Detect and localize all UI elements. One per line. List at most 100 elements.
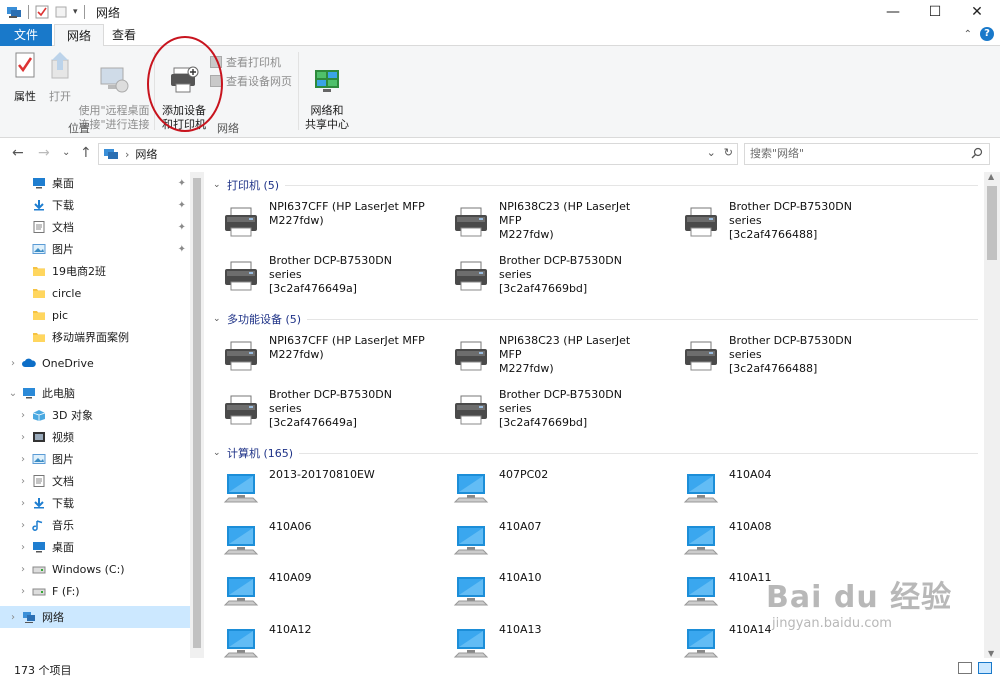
expand-chevron-icon[interactable]: › — [14, 542, 32, 553]
recent-locations-icon[interactable]: ⌄ — [62, 147, 70, 158]
tab-file[interactable]: 文件 — [0, 24, 52, 46]
computer-item[interactable]: 410A06 — [205, 518, 425, 564]
computer-item[interactable]: 410A13 — [435, 621, 655, 659]
ribbon-collapse-icon[interactable]: ⌃ — [964, 29, 972, 40]
quick-access-dropdown-icon[interactable]: ▾ — [73, 7, 78, 17]
group-header[interactable]: ⌄ 打印机 (5) — [213, 176, 978, 194]
open-button[interactable]: 打开 — [44, 50, 76, 104]
collapse-chevron-icon[interactable]: ⌄ — [213, 314, 227, 324]
expand-chevron-icon[interactable]: › — [14, 564, 32, 575]
nav-scrollbar[interactable] — [190, 172, 204, 658]
computer-item[interactable]: 410A04 — [665, 466, 885, 512]
expand-chevron-icon[interactable]: › — [14, 410, 32, 421]
pin-icon: ✦ — [177, 177, 186, 189]
nav-item[interactable]: › F (F:) — [0, 580, 190, 602]
nav-item[interactable]: › 桌面 — [0, 536, 190, 558]
computer-item[interactable]: 407PC02 — [435, 466, 655, 512]
printer-item[interactable]: NPI638C23 (HP LaserJet MFP M227fdw) — [435, 332, 655, 378]
close-button[interactable]: ✕ — [956, 0, 998, 24]
nav-item[interactable]: › 下载 — [0, 492, 190, 514]
expand-chevron-icon[interactable]: › — [4, 612, 22, 623]
expand-chevron-icon[interactable]: › — [4, 358, 22, 369]
group-header[interactable]: ⌄ 计算机 (165) — [213, 444, 978, 462]
nav-item[interactable]: › OneDrive — [0, 352, 190, 374]
computer-item[interactable]: 410A09 — [205, 569, 425, 615]
nav-item[interactable]: › 3D 对象 — [0, 404, 190, 426]
nav-item[interactable]: ⌄ 此电脑 — [0, 382, 190, 404]
device-name: 2013-20170810EW — [269, 468, 375, 481]
nav-item[interactable]: 桌面 ✦ — [0, 172, 190, 194]
expand-chevron-icon[interactable]: › — [14, 520, 32, 531]
expand-chevron-icon[interactable]: › — [14, 498, 32, 509]
computer-item[interactable]: 410A12 — [205, 621, 425, 659]
nav-scrollbar-thumb[interactable] — [193, 178, 201, 648]
content-scrollbar[interactable]: ▲ ▼ — [984, 172, 1000, 658]
nav-item[interactable]: pic — [0, 304, 190, 326]
back-button[interactable]: ← — [12, 145, 24, 161]
new-folder-icon[interactable] — [55, 5, 67, 19]
tab-view[interactable]: 查看 — [100, 24, 148, 46]
nav-item[interactable]: › 文档 — [0, 470, 190, 492]
device-name: NPI637CFF (HP LaserJet MFP M227fdw) — [269, 334, 425, 361]
remote-desktop-icon — [100, 67, 129, 93]
nav-item[interactable]: › 网络 — [0, 606, 190, 628]
computer-item[interactable]: 2013-20170810EW — [205, 466, 425, 512]
scroll-down-icon[interactable]: ▼ — [988, 649, 994, 658]
search-input[interactable]: 搜索"网络" — [744, 143, 990, 165]
computer-item[interactable]: 410A08 — [665, 518, 885, 564]
collapse-chevron-icon[interactable]: ⌄ — [213, 180, 227, 190]
address-dropdown-icon[interactable]: ⌄ — [707, 146, 716, 159]
collapse-chevron-icon[interactable]: ⌄ — [213, 448, 227, 458]
nav-item[interactable]: › 视频 — [0, 426, 190, 448]
content-scrollbar-thumb[interactable] — [987, 186, 997, 260]
nav-item[interactable]: › Windows (C:) — [0, 558, 190, 580]
printer-item[interactable]: Brother DCP-B7530DN series [3c2af47669bd… — [435, 386, 655, 432]
nav-item[interactable]: 19电商2班 — [0, 260, 190, 282]
expand-chevron-icon[interactable]: › — [14, 432, 32, 443]
nav-item[interactable]: 移动端界面案例 — [0, 326, 190, 348]
nav-item-label: 音乐 — [52, 519, 74, 532]
up-button[interactable]: ↑ — [80, 145, 92, 161]
printer-item[interactable]: Brother DCP-B7530DN series [3c2af476649a… — [205, 386, 425, 432]
printer-item[interactable]: Brother DCP-B7530DN series [3c2af476649a… — [205, 252, 425, 298]
breadcrumb-network[interactable]: 网络 — [135, 146, 157, 162]
printer-item[interactable]: Brother DCP-B7530DN series [3c2af47669bd… — [435, 252, 655, 298]
details-view-icon[interactable] — [958, 662, 972, 674]
address-bar[interactable]: › 网络 ⌄ ↻ — [98, 143, 738, 165]
nav-item[interactable]: 文档 ✦ — [0, 216, 190, 238]
expand-chevron-icon[interactable]: › — [14, 454, 32, 465]
expand-chevron-icon[interactable]: ⌄ — [4, 388, 22, 399]
minimize-button[interactable]: — — [872, 0, 914, 24]
scroll-up-icon[interactable]: ▲ — [988, 172, 994, 181]
printer-item[interactable]: NPI637CFF (HP LaserJet MFP M227fdw) — [205, 198, 425, 244]
printer-item[interactable]: Brother DCP-B7530DN series [3c2af4766488… — [665, 332, 885, 378]
forward-button[interactable]: → — [38, 145, 50, 161]
refresh-icon[interactable]: ↻ — [724, 146, 733, 159]
expand-chevron-icon[interactable]: › — [14, 586, 32, 597]
printer-item[interactable]: NPI637CFF (HP LaserJet MFP M227fdw) — [205, 332, 425, 378]
network-icon — [23, 612, 35, 623]
nav-item[interactable]: › 图片 — [0, 448, 190, 470]
computer-item[interactable]: 410A07 — [435, 518, 655, 564]
computer-item[interactable]: 410A10 — [435, 569, 655, 615]
pc-icon — [23, 388, 35, 399]
computer-icon — [453, 474, 489, 503]
computer-icon — [683, 525, 719, 554]
group-header[interactable]: ⌄ 多功能设备 (5) — [213, 310, 978, 328]
tab-network[interactable]: 网络 — [54, 24, 105, 47]
network-center-button[interactable]: 网络和 共享中心 — [302, 50, 352, 146]
printer-item[interactable]: NPI638C23 (HP LaserJet MFP M227fdw) — [435, 198, 655, 244]
nav-item[interactable]: 下载 ✦ — [0, 194, 190, 216]
expand-chevron-icon[interactable]: › — [14, 476, 32, 487]
maximize-button[interactable]: ☐ — [914, 0, 956, 24]
properties-button[interactable]: 属性 — [8, 50, 42, 104]
nav-item[interactable]: › 音乐 — [0, 514, 190, 536]
search-icon — [971, 147, 983, 159]
tiles-view-icon[interactable] — [978, 662, 992, 674]
printer-item[interactable]: Brother DCP-B7530DN series [3c2af4766488… — [665, 198, 885, 244]
nav-item[interactable]: circle — [0, 282, 190, 304]
properties-icon[interactable] — [35, 5, 49, 19]
breadcrumb-chevron-icon: › — [125, 147, 130, 161]
nav-item[interactable]: 图片 ✦ — [0, 238, 190, 260]
help-icon[interactable]: ? — [980, 27, 994, 41]
